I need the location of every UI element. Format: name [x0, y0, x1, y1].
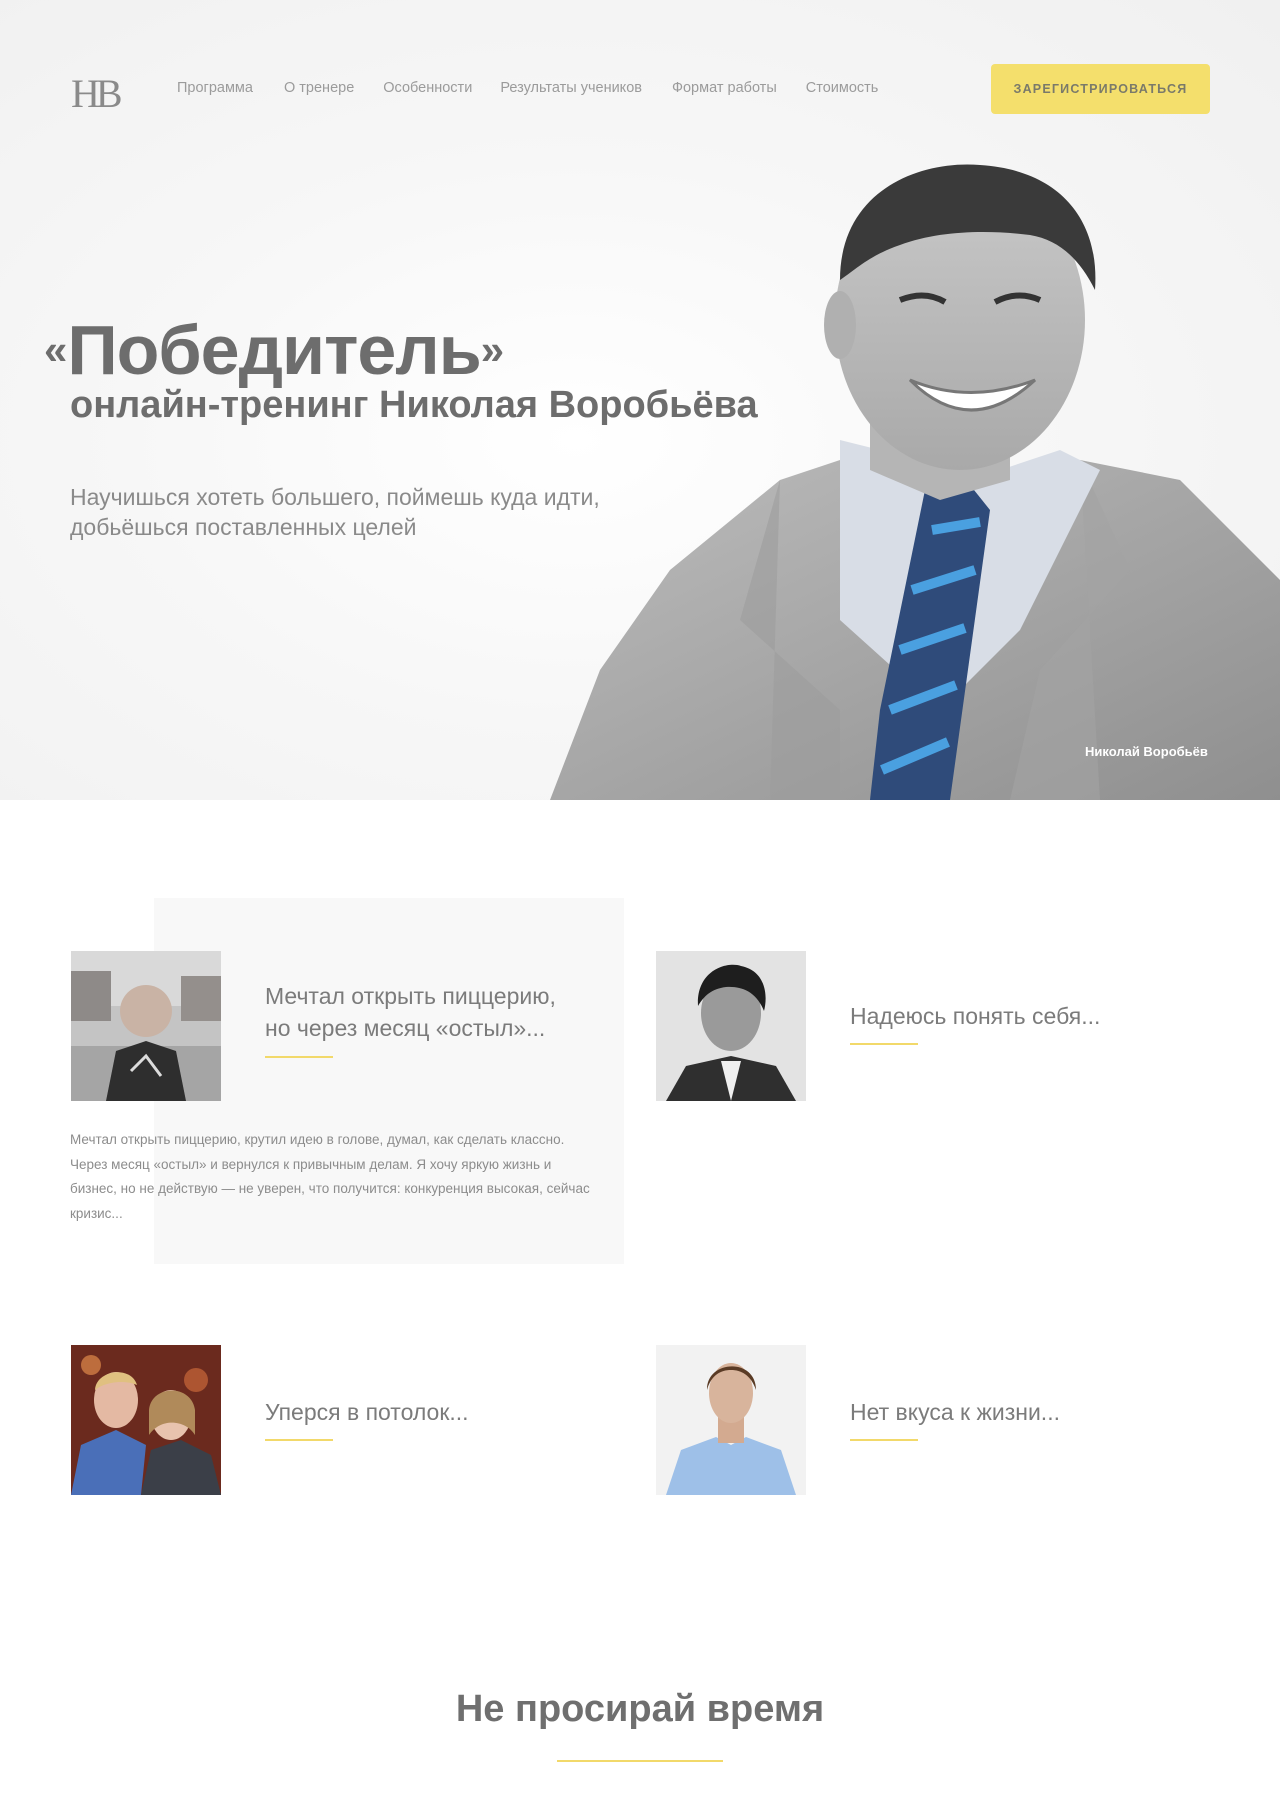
- nav-item-student-results[interactable]: Результаты учеников: [500, 80, 642, 96]
- hero-section: НВ Программа О тренере Особенности Резул…: [0, 0, 1280, 800]
- logo[interactable]: НВ: [71, 70, 123, 117]
- title-open-quote: «: [44, 326, 68, 373]
- testimonial-1-underline: [265, 1056, 333, 1058]
- hero-lead-line-2: добьёшься поставленных целей: [70, 514, 417, 541]
- testimonial-2-underline: [850, 1043, 918, 1045]
- testimonial-1-title-line-2: но через месяц «остыл»...: [265, 1015, 546, 1042]
- trainer-photo: [550, 164, 1280, 800]
- testimonial-4-title[interactable]: Нет вкуса к жизни...: [850, 1396, 1060, 1428]
- testimonial-3-title[interactable]: Уперся в потолок...: [265, 1396, 469, 1428]
- nav-item-features[interactable]: Особенности: [383, 80, 472, 96]
- testimonial-3-underline: [265, 1439, 333, 1441]
- hero-title: «Победитель»: [44, 310, 504, 390]
- testimonial-3-photo[interactable]: [71, 1345, 221, 1495]
- hero-lead: Научишься хотеть большего, поймешь куда …: [70, 482, 690, 543]
- testimonial-2-title[interactable]: Надеюсь понять себя...: [850, 1000, 1100, 1032]
- trainer-photo-caption: Николай Воробьёв: [1085, 744, 1208, 759]
- hero-subtitle: онлайн-тренинг Николая Воробьёва: [70, 384, 758, 426]
- title-close-quote: »: [480, 326, 505, 373]
- testimonial-4-photo[interactable]: [656, 1345, 806, 1495]
- testimonial-4-underline: [850, 1439, 918, 1441]
- testimonial-1-title-line-1: Мечтал открыть пиццерию,: [265, 983, 556, 1009]
- testimonial-2-photo[interactable]: [656, 951, 806, 1101]
- section-title-underline: [557, 1760, 723, 1762]
- testimonial-1-title[interactable]: Мечтал открыть пиццерию, но через месяц …: [265, 980, 556, 1044]
- section-title: Не просирай время: [455, 1688, 825, 1730]
- register-button[interactable]: Зарегистрироваться: [991, 64, 1210, 114]
- main-nav: Программа О тренере Особенности Результа…: [177, 80, 908, 96]
- hero-lead-line-1: Научишься хотеть большего, поймешь куда …: [70, 484, 600, 510]
- title-text: Победитель: [67, 311, 481, 389]
- nav-item-program[interactable]: Программа: [177, 80, 253, 96]
- nav-item-about-trainer[interactable]: О тренере: [284, 80, 354, 96]
- testimonial-1-body: Мечтал открыть пиццерию, крутил идею в г…: [70, 1132, 590, 1221]
- testimonial-1-photo[interactable]: [71, 951, 221, 1101]
- nav-item-work-format[interactable]: Формат работы: [672, 80, 777, 96]
- nav-item-price[interactable]: Стоимость: [806, 80, 879, 96]
